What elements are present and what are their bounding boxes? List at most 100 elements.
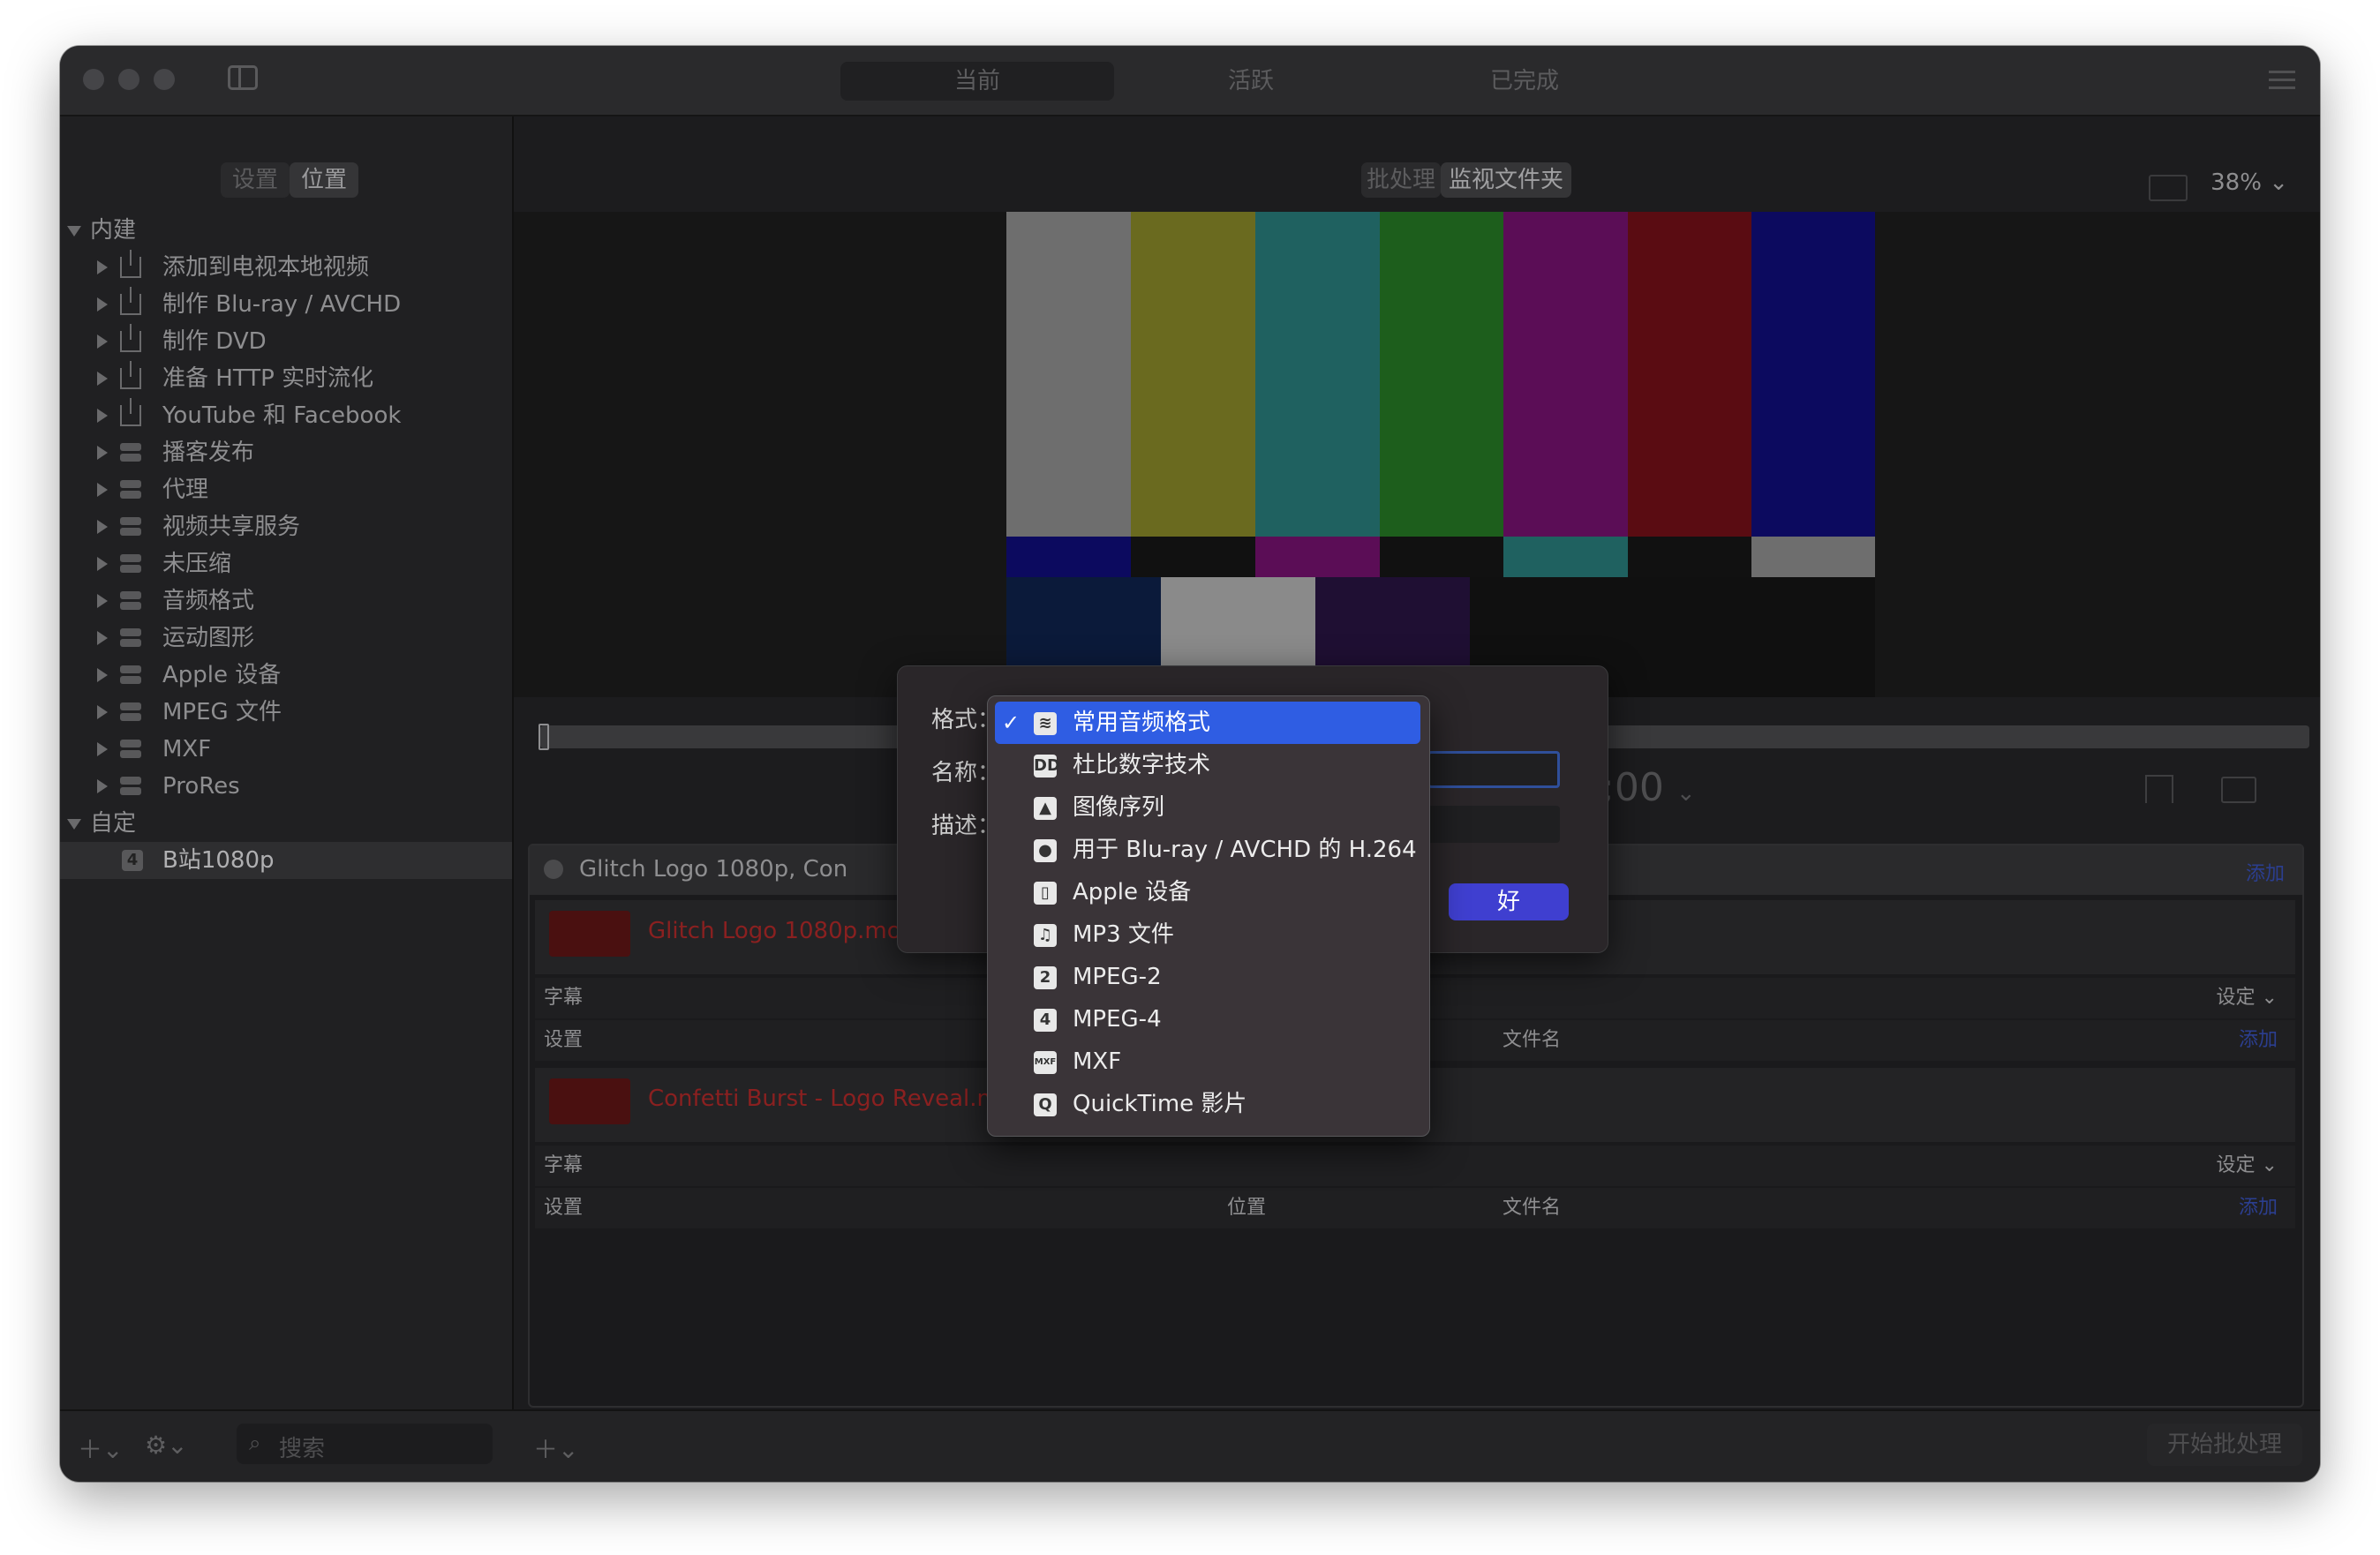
search-icon: ⌕ [249, 1431, 261, 1455]
batch-icon [544, 860, 563, 879]
menu-item[interactable]: DD 杜比数字技术 [995, 744, 1420, 786]
stack-icon [120, 665, 141, 686]
segment-settings[interactable]: 设置 [221, 162, 290, 198]
add-setting-button[interactable]: ＋⌄ [78, 1431, 123, 1466]
sidebar-item[interactable]: 未压缩 [60, 545, 512, 582]
disclosure-triangle-icon[interactable] [97, 594, 108, 608]
color-bars-image [1006, 212, 1875, 697]
tab-completed[interactable]: 已完成 [1388, 62, 1661, 101]
stack-icon [120, 442, 141, 463]
disclosure-triangle-icon[interactable] [97, 557, 108, 571]
disclosure-triangle-icon[interactable] [97, 483, 108, 497]
caption-set-button[interactable]: 设定 ⌄ [2217, 978, 2278, 1018]
menu-item[interactable]: 2 MPEG-2 [995, 956, 1420, 998]
disclosure-triangle-icon[interactable] [97, 372, 108, 386]
sidebar-item[interactable]: YouTube 和 Facebook [60, 397, 512, 434]
sidebar-toggle-icon[interactable] [228, 65, 258, 90]
group-builtin[interactable]: 内建 [60, 212, 512, 249]
format-popup-menu: ✓ ≋ 常用音频格式 DD 杜比数字技术 ▲ 图像序列 ● 用于 Blu-ray / AVCHD… [987, 695, 1430, 1137]
gear-icon[interactable]: ⚙⌄ [145, 1431, 188, 1460]
quicktime-icon: Q [1034, 1093, 1057, 1116]
audio-waveform-icon: ≋ [1034, 712, 1057, 735]
sidebar-item[interactable]: 制作 Blu-ray / AVCHD [60, 286, 512, 323]
tab-active[interactable]: 活跃 [1114, 62, 1388, 101]
disclosure-triangle-icon[interactable] [97, 334, 108, 349]
sidebar-item[interactable]: 代理 [60, 471, 512, 508]
segment-watch-folders[interactable]: 监视文件夹 [1441, 162, 1571, 198]
disclosure-triangle-icon[interactable] [97, 742, 108, 756]
disclosure-triangle-icon[interactable] [97, 668, 108, 682]
caption-set-button[interactable]: 设定 ⌄ [2217, 1146, 2278, 1186]
share-icon [120, 250, 141, 278]
image-icon: ▲ [1034, 797, 1057, 820]
sidebar-item[interactable]: 添加到电视本地视频 [60, 249, 512, 286]
bottom-bar: ＋⌄ ⚙⌄ ⌕ 搜索 ＋⌄ 开始批处理 [60, 1409, 2320, 1482]
group-custom[interactable]: 自定 [60, 805, 512, 842]
sidebar-item[interactable]: 准备 HTTP 实时流化 [60, 360, 512, 397]
menu-item[interactable]: Q QuickTime 影片 [995, 1083, 1420, 1125]
job-caption-row: 字幕 设定 ⌄ [535, 1146, 2295, 1186]
tab-current[interactable]: 当前 [840, 62, 1114, 101]
menu-item[interactable]: ✓ ≋ 常用音频格式 [995, 702, 1420, 744]
mxf-icon: MXF [1034, 1051, 1057, 1074]
settings-sidebar: 设置 位置 内建 添加到电视本地视频 制作 Blu-ray / AVCHD 制作 D… [60, 116, 514, 1409]
disclosure-triangle-icon[interactable] [97, 260, 108, 274]
menu-item[interactable]: MXF MXF [995, 1040, 1420, 1083]
minimize-window-button[interactable] [118, 69, 139, 90]
ok-button[interactable]: 好 [1449, 883, 1569, 920]
search-field[interactable]: ⌕ 搜索 [237, 1424, 493, 1464]
display-icon[interactable] [2221, 777, 2256, 803]
job-add-link[interactable]: 添加 [2239, 1188, 2278, 1228]
menu-item[interactable]: ♫ MP3 文件 [995, 913, 1420, 956]
disclosure-triangle-icon[interactable] [97, 779, 108, 793]
start-batch-button[interactable]: 开始批处理 [2147, 1424, 2302, 1466]
disclosure-triangle-icon[interactable] [97, 297, 108, 312]
add-batch-item-button[interactable]: ＋⌄ [533, 1431, 578, 1466]
stack-icon [120, 553, 141, 575]
title-bar: 当前 活跃 已完成 [60, 46, 2320, 116]
batch-add-link[interactable]: 添加 [2246, 858, 2285, 886]
menu-item[interactable]: ▲ 图像序列 [995, 786, 1420, 829]
zoom-window-button[interactable] [154, 69, 175, 90]
sidebar-item-custom-preset[interactable]: 4 B站1080p [60, 842, 512, 879]
sidebar-item[interactable]: 制作 DVD [60, 323, 512, 360]
playhead-handle[interactable] [539, 724, 549, 750]
description-field[interactable] [1427, 806, 1560, 843]
disclosure-triangle-icon[interactable] [97, 520, 108, 534]
menu-item[interactable]: 4 MPEG-4 [995, 998, 1420, 1040]
name-field[interactable] [1427, 751, 1560, 788]
stack-icon [120, 739, 141, 760]
sidebar-item[interactable]: 视频共享服务 [60, 508, 512, 545]
timecode-display[interactable]: ;00 ⌄ [1601, 765, 1696, 810]
preview-viewer [514, 212, 2320, 697]
inspector-sliders-icon[interactable] [2269, 67, 2295, 94]
disclosure-triangle-icon[interactable] [97, 409, 108, 423]
close-window-button[interactable] [83, 69, 104, 90]
sidebar-item[interactable]: Apple 设备 [60, 657, 512, 694]
job-thumbnail [549, 911, 630, 957]
disclosure-triangle-icon[interactable] [97, 631, 108, 645]
segment-locations[interactable]: 位置 [290, 162, 358, 198]
share-icon [120, 324, 141, 352]
bookmark-icon[interactable] [2145, 775, 2173, 803]
sidebar-item[interactable]: MPEG 文件 [60, 694, 512, 731]
job-add-link[interactable]: 添加 [2239, 1020, 2278, 1061]
job-settings-row: 设置 位置 文件名 添加 [535, 1188, 2295, 1228]
stack-icon [120, 702, 141, 723]
job-file-name: Glitch Logo 1080p.motn [648, 918, 925, 944]
segment-batch[interactable]: 批处理 [1361, 162, 1441, 198]
stack-icon [120, 627, 141, 649]
menu-item[interactable]: ▯ Apple 设备 [995, 871, 1420, 913]
disclosure-triangle-icon[interactable] [97, 446, 108, 460]
disclosure-triangle-icon[interactable] [97, 705, 108, 719]
menu-item[interactable]: ● 用于 Blu-ray / AVCHD 的 H.264 [995, 829, 1420, 871]
sidebar-item[interactable]: 播客发布 [60, 434, 512, 471]
sidebar-item[interactable]: 音频格式 [60, 582, 512, 620]
sidebar-item[interactable]: 运动图形 [60, 620, 512, 657]
sidebar-item[interactable]: ProRes [60, 768, 512, 805]
disc-icon: ● [1034, 839, 1057, 862]
viewer-layout-icon[interactable] [2149, 175, 2188, 201]
sidebar-item[interactable]: MXF [60, 731, 512, 768]
stack-icon [120, 479, 141, 500]
zoom-level[interactable]: 38% ⌄ [2211, 169, 2288, 196]
